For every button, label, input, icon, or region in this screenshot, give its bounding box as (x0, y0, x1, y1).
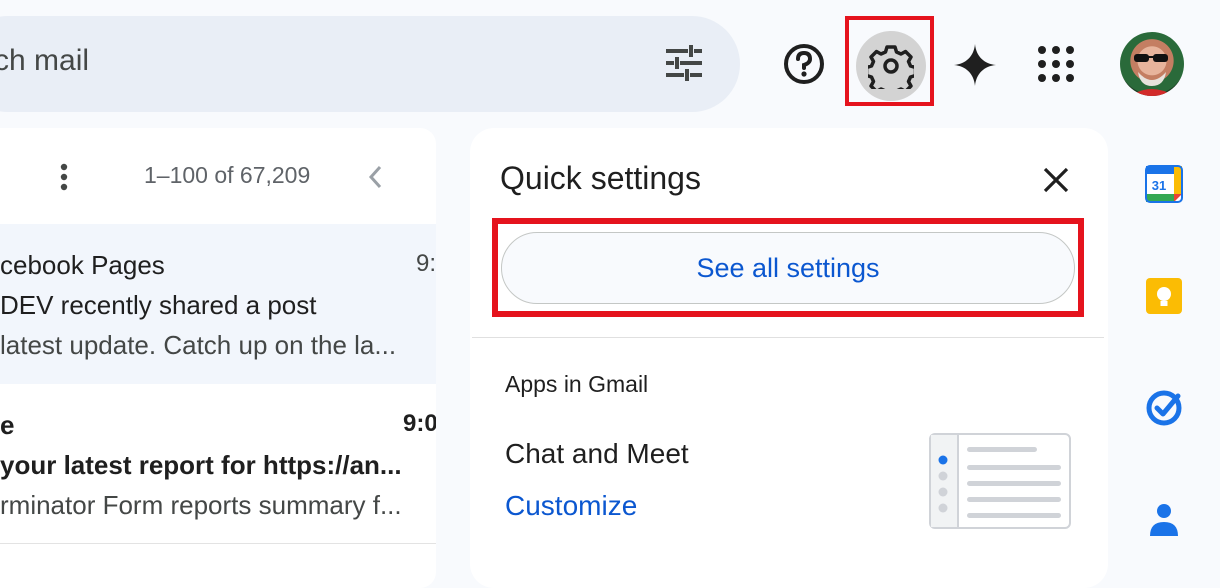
tune-icon[interactable] (664, 44, 704, 82)
see-all-settings-highlight-box (492, 218, 1084, 317)
mail-time: 9:0 (403, 410, 436, 437)
pagination-count: 1–100 of 67,209 (144, 162, 311, 188)
calendar-day: 31 (1152, 178, 1166, 193)
keep-icon[interactable] (1144, 276, 1184, 316)
close-icon[interactable] (1040, 164, 1072, 196)
mail-snippet: rminator Form reports summary f... (0, 490, 402, 520)
customize-link[interactable]: Customize (505, 490, 637, 522)
avatar[interactable] (1120, 32, 1184, 96)
help-icon[interactable] (782, 42, 826, 86)
mail-snippet: latest update. Catch up on the la... (0, 330, 397, 360)
search-bar[interactable] (0, 16, 740, 112)
settings-highlight-box (845, 16, 934, 106)
calendar-icon[interactable]: 31 (1144, 164, 1184, 204)
divider (472, 337, 1104, 338)
mail-sender: cebook Pages (0, 250, 165, 280)
tasks-icon[interactable] (1144, 388, 1184, 428)
search-input[interactable]: ch mail (0, 44, 89, 78)
mail-subject: your latest report for https://an... (0, 450, 402, 480)
apps-grid-icon[interactable] (1036, 44, 1076, 84)
layout-preview-icon (931, 435, 1061, 527)
more-vert-icon[interactable] (54, 162, 74, 192)
quick-settings-title: Quick settings (500, 160, 701, 196)
mail-time: 9: (416, 250, 436, 277)
mail-sender: e (0, 410, 15, 440)
avatar-face-icon (1130, 54, 1174, 96)
gemini-icon[interactable] (952, 42, 998, 88)
chat-and-meet-label: Chat and Meet (505, 438, 689, 469)
chat-layout-thumbnail[interactable] (929, 433, 1071, 529)
contacts-icon[interactable] (1144, 500, 1184, 540)
chevron-left-icon[interactable] (364, 163, 388, 191)
apps-in-gmail-heading: Apps in Gmail (505, 371, 649, 397)
mail-subject: DEV recently shared a post (0, 290, 317, 320)
